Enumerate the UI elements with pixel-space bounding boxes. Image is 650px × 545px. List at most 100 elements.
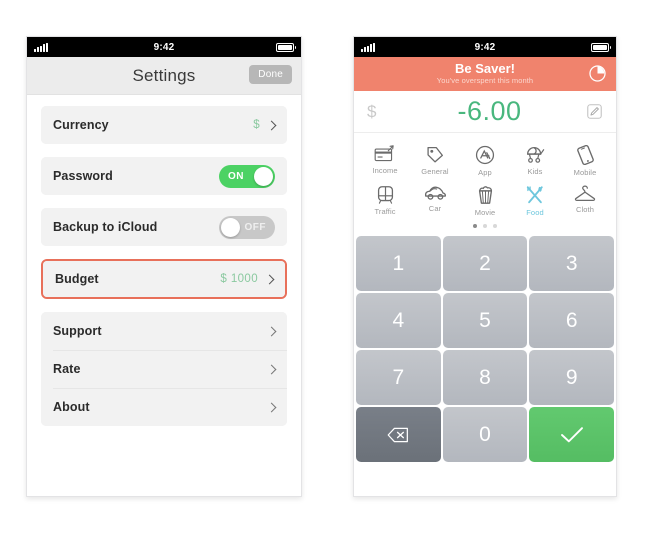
checkmark-icon: [560, 426, 583, 442]
row-label-support: Support: [53, 324, 102, 338]
category-label: Traffic: [374, 207, 396, 216]
category-label: Income: [372, 166, 398, 175]
category-label: Food: [526, 208, 544, 217]
category-app[interactable]: App: [460, 141, 510, 181]
sidebar-item-currency[interactable]: Currency $: [41, 106, 287, 144]
phone-expense-entry-screen: 9:42 Be Saver! You've overspent this mon…: [353, 36, 617, 497]
hanger-icon: [574, 185, 596, 202]
credit-card-icon: [374, 145, 394, 162]
done-button[interactable]: Done: [249, 65, 292, 84]
row-label-budget: Budget: [55, 272, 99, 286]
settings-list: Currency $ Password ON Backup to iCloud …: [27, 95, 301, 496]
banner-title: Be Saver!: [455, 60, 515, 76]
amount-value: -6.00: [457, 96, 522, 126]
key-0[interactable]: 0: [442, 407, 528, 462]
banner-subtitle: You've overspent this month: [436, 75, 534, 85]
toggle-knob: [254, 166, 273, 186]
row-label-about: About: [53, 400, 90, 414]
settings-group-info: Support Rate About: [41, 312, 287, 426]
key-3[interactable]: 3: [529, 236, 614, 291]
status-bar-left: 9:42: [27, 37, 301, 57]
battery-icon: [276, 42, 296, 52]
backup-toggle[interactable]: OFF: [219, 215, 275, 239]
battery-icon: [591, 42, 611, 52]
sidebar-item-rate[interactable]: Rate: [41, 350, 287, 388]
category-mobile[interactable]: Mobile: [560, 141, 610, 181]
settings-group-currency: Currency $: [41, 106, 287, 144]
category-income[interactable]: Income: [360, 141, 410, 181]
chevron-right-icon: [266, 402, 277, 412]
toggle-label-on: ON: [228, 170, 244, 182]
fork-knife-icon: [526, 186, 543, 204]
key-6[interactable]: 6: [529, 293, 614, 348]
page-title: Settings: [132, 65, 196, 85]
amount-display: $ -6.00: [354, 91, 616, 133]
category-label: General: [421, 167, 449, 176]
page-dot-3[interactable]: [493, 224, 497, 228]
key-1[interactable]: 1: [356, 236, 441, 291]
key-4[interactable]: 4: [356, 293, 441, 348]
key-backspace[interactable]: [356, 407, 441, 462]
status-bar-time: 9:42: [474, 41, 496, 53]
car-icon: [424, 186, 446, 200]
phone-settings-screen: 9:42 Settings Done Currency $ Password O…: [26, 36, 302, 497]
pencil-edit-icon[interactable]: [586, 103, 603, 120]
chevron-right-icon: [266, 364, 277, 374]
app-store-icon: [475, 145, 495, 165]
row-label-currency: Currency: [53, 118, 109, 132]
settings-group-password: Password ON: [41, 157, 287, 195]
backspace-icon: [387, 427, 409, 442]
key-5[interactable]: 5: [442, 293, 528, 348]
category-label: Mobile: [573, 168, 597, 177]
category-label: Car: [428, 204, 442, 213]
page-dot-2[interactable]: [483, 224, 487, 228]
screenshot-canvas: 9:42 Settings Done Currency $ Password O…: [0, 0, 650, 545]
status-bar-right: 9:42: [354, 37, 616, 57]
category-label: App: [478, 168, 492, 177]
stroller-icon: [527, 146, 545, 163]
chevron-right-icon: [266, 120, 277, 130]
key-9[interactable]: 9: [529, 350, 614, 405]
popcorn-icon: [478, 186, 492, 204]
row-label-rate: Rate: [53, 362, 81, 376]
page-indicator-dots[interactable]: [360, 221, 610, 234]
category-label: Kids: [527, 167, 543, 176]
chevron-right-icon: [266, 326, 277, 336]
toggle-label-off: OFF: [244, 221, 266, 233]
category-kids[interactable]: Kids: [510, 141, 560, 181]
key-2[interactable]: 2: [442, 236, 528, 291]
category-row-2: Traffic Car Movie Food Cloth: [360, 181, 610, 221]
category-movie[interactable]: Movie: [460, 181, 510, 221]
signal-bars-icon: [361, 42, 375, 52]
sidebar-item-budget[interactable]: Budget $ 1000: [43, 261, 285, 297]
train-icon: [377, 186, 393, 204]
key-7[interactable]: 7: [356, 350, 441, 405]
row-value-budget: $ 1000: [220, 273, 258, 285]
sidebar-item-password[interactable]: Password ON: [41, 157, 287, 195]
category-car[interactable]: Car: [410, 181, 460, 221]
sidebar-item-about[interactable]: About: [41, 388, 287, 426]
category-traffic[interactable]: Traffic: [360, 181, 410, 221]
navigation-bar: Settings Done: [27, 57, 301, 95]
password-toggle[interactable]: ON: [219, 164, 275, 188]
settings-group-backup: Backup to iCloud OFF: [41, 208, 287, 246]
tag-icon: [427, 146, 443, 163]
toggle-knob: [221, 217, 240, 237]
category-food[interactable]: Food: [510, 181, 560, 221]
signal-bars-icon: [34, 42, 48, 52]
currency-symbol: $: [367, 101, 377, 121]
key-8[interactable]: 8: [442, 350, 528, 405]
category-row-1: Income General App Kids Mobile: [360, 141, 610, 181]
row-label-backup: Backup to iCloud: [53, 220, 158, 234]
category-cloth[interactable]: Cloth: [560, 181, 610, 221]
overspend-banner: Be Saver! You've overspent this month: [354, 57, 616, 91]
status-bar-time: 9:42: [153, 41, 175, 53]
page-dot-1[interactable]: [473, 224, 477, 228]
sidebar-item-support[interactable]: Support: [41, 312, 287, 350]
category-general[interactable]: General: [410, 141, 460, 181]
sidebar-item-backup-to-icloud[interactable]: Backup to iCloud OFF: [41, 208, 287, 246]
category-grid: Income General App Kids Mobile Traffic C…: [354, 133, 616, 234]
settings-group-budget: Budget $ 1000: [41, 259, 287, 299]
key-confirm[interactable]: [529, 407, 614, 462]
pie-chart-icon[interactable]: [588, 64, 607, 83]
